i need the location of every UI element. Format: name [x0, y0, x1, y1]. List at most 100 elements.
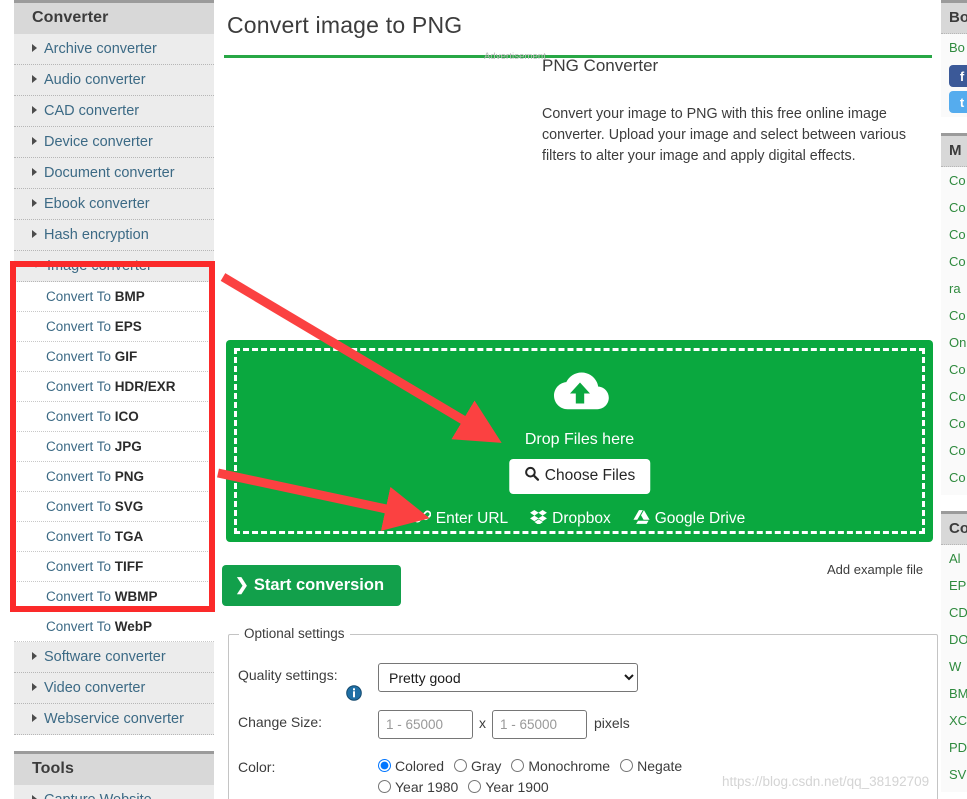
- most-panel-link[interactable]: Co: [941, 194, 967, 221]
- tools-panel: Tools Capture WebsiteCompress Document: [14, 751, 214, 799]
- converter-description-block: PNG Converter Convert your image to PNG …: [542, 56, 932, 167]
- sidebar-item-hash-encryption[interactable]: Hash encryption: [14, 220, 214, 251]
- most-panel-link[interactable]: Co: [941, 410, 967, 437]
- bookmark-panel-title: Bo: [941, 3, 967, 34]
- left-sidebar: Converter Archive converter Audio convert…: [0, 0, 222, 799]
- color-option-colored[interactable]: Colored: [378, 755, 444, 776]
- conv-panel-link[interactable]: W: [941, 653, 967, 680]
- chevron-right-icon: [32, 795, 37, 799]
- color-option-monochrome[interactable]: Monochrome: [511, 755, 610, 776]
- most-panel-link[interactable]: Co: [941, 302, 967, 329]
- sidebar-subitem-convert-to-hdr-exr[interactable]: Convert To HDR/EXR: [14, 372, 214, 402]
- sidebar-item-image-converter[interactable]: Image converter: [14, 251, 214, 282]
- color-radio-5[interactable]: [468, 780, 482, 793]
- sidebar-subitem-convert-to-png[interactable]: Convert To PNG: [14, 462, 214, 492]
- sidebar-item-audio-converter[interactable]: Audio converter: [14, 65, 214, 96]
- color-option-negate[interactable]: Negate: [620, 755, 682, 776]
- most-panel-link[interactable]: Co: [941, 437, 967, 464]
- most-panel-link[interactable]: Co: [941, 167, 967, 194]
- color-option-year-1980[interactable]: Year 1980: [378, 776, 458, 797]
- most-panel-link[interactable]: Co: [941, 221, 967, 248]
- sidebar-item-cad-converter[interactable]: CAD converter: [14, 96, 214, 127]
- sidebar-item-label: Device converter: [44, 134, 153, 150]
- sidebar-item-ebook-converter[interactable]: Ebook converter: [14, 189, 214, 220]
- sidebar-subitem-format: JPG: [114, 439, 142, 454]
- chevron-right-icon: [32, 75, 37, 83]
- enter-url-label: Enter URL: [435, 510, 509, 527]
- social-buttons: ft: [941, 65, 967, 113]
- google-drive-link[interactable]: Google Drive: [633, 509, 745, 529]
- chevron-right-icon: ❯: [235, 576, 249, 594]
- conv-panel-link[interactable]: Al: [941, 545, 967, 572]
- sidebar-subitem-convert-to-svg[interactable]: Convert To SVG: [14, 492, 214, 522]
- search-icon: [524, 466, 539, 486]
- sidebar-subitem-prefix: Convert To: [46, 499, 115, 514]
- twitter-button[interactable]: t: [949, 91, 967, 113]
- conv-panel-link[interactable]: EP: [941, 572, 967, 599]
- sidebar-subitem-convert-to-wbmp[interactable]: Convert To WBMP: [14, 582, 214, 612]
- most-panel: M Co Co Co Co ra Co On Co Co Co Co Co: [941, 133, 967, 495]
- facebook-button[interactable]: f: [949, 65, 967, 87]
- most-panel-link[interactable]: Co: [941, 248, 967, 275]
- color-radio-group: Colored Gray Monochrome Negate Year 1980 Year…: [378, 755, 708, 797]
- social-glyph: t: [959, 94, 965, 110]
- sidebar-item-capture-website[interactable]: Capture Website: [14, 785, 214, 799]
- size-units-label: pixels: [594, 715, 630, 731]
- sidebar-item-label: Hash encryption: [44, 227, 149, 243]
- sidebar-subitem-convert-to-jpg[interactable]: Convert To JPG: [14, 432, 214, 462]
- conv-panel-link[interactable]: XC: [941, 707, 967, 734]
- converter-panel-title: Converter: [14, 3, 214, 34]
- sidebar-item-software-converter[interactable]: Software converter: [14, 642, 214, 673]
- color-radio-4[interactable]: [378, 780, 391, 793]
- most-panel-link[interactable]: Co: [941, 356, 967, 383]
- sidebar-subitem-convert-to-eps[interactable]: Convert To EPS: [14, 312, 214, 342]
- size-width-input[interactable]: [378, 710, 473, 739]
- conv-panel-link[interactable]: SV: [941, 761, 967, 788]
- sidebar-subitem-convert-to-tga[interactable]: Convert To TGA: [14, 522, 214, 552]
- color-option-year-1900[interactable]: Year 1900: [468, 776, 549, 797]
- sidebar-item-label: Ebook converter: [44, 196, 150, 212]
- page-title: Convert image to PNG: [227, 12, 463, 38]
- choose-files-button[interactable]: Choose Files: [508, 459, 651, 494]
- sidebar-subitem-convert-to-tiff[interactable]: Convert To TIFF: [14, 552, 214, 582]
- color-radio-2[interactable]: [511, 759, 525, 772]
- add-example-file-link[interactable]: Add example file: [827, 562, 923, 577]
- dropbox-label: Dropbox: [552, 510, 611, 527]
- sidebar-subitem-convert-to-bmp[interactable]: Convert To BMP: [14, 282, 214, 312]
- color-radio-3[interactable]: [620, 759, 634, 772]
- color-radio-0[interactable]: [378, 759, 391, 772]
- sidebar-item-document-converter[interactable]: Document converter: [14, 158, 214, 189]
- sidebar-item-device-converter[interactable]: Device converter: [14, 127, 214, 158]
- conv-panel-link[interactable]: DO: [941, 626, 967, 653]
- size-height-input[interactable]: [492, 710, 587, 739]
- optional-settings-legend: Optional settings: [239, 626, 350, 641]
- choose-files-label: Choose Files: [544, 467, 636, 484]
- most-panel-link[interactable]: Co: [941, 464, 967, 491]
- conv-panel-link[interactable]: CD: [941, 599, 967, 626]
- converter-page: Converter Archive converter Audio convert…: [0, 0, 967, 799]
- sidebar-item-webservice-converter[interactable]: Webservice converter: [14, 704, 214, 735]
- conv-panel-link[interactable]: BM: [941, 680, 967, 707]
- color-option-gray[interactable]: Gray: [454, 755, 501, 776]
- quality-settings-select[interactable]: Pretty good: [378, 663, 638, 692]
- start-conversion-button[interactable]: ❯ Start conversion: [222, 565, 402, 606]
- color-radio-1[interactable]: [454, 759, 468, 772]
- sidebar-item-label: CAD converter: [44, 103, 140, 119]
- file-dropzone[interactable]: Drop Files here Choose Files Enter URL D…: [226, 340, 933, 542]
- dropbox-link[interactable]: Dropbox: [530, 509, 611, 529]
- sidebar-subitem-convert-to-webp[interactable]: Convert To WebP: [14, 612, 214, 642]
- sidebar-item-archive-converter[interactable]: Archive converter: [14, 34, 214, 65]
- most-panel-link[interactable]: ra: [941, 275, 967, 302]
- most-panel-link[interactable]: On: [941, 329, 967, 356]
- sidebar-subitem-convert-to-gif[interactable]: Convert To GIF: [14, 342, 214, 372]
- sidebar-item-label: Software converter: [44, 649, 166, 665]
- sidebar-subitem-convert-to-ico[interactable]: Convert To ICO: [14, 402, 214, 432]
- conv-panel-link[interactable]: PD: [941, 734, 967, 761]
- info-icon[interactable]: [346, 685, 362, 701]
- sidebar-subitem-prefix: Convert To: [46, 469, 115, 484]
- sidebar-subitem-prefix: Convert To: [46, 319, 115, 334]
- sidebar-item-video-converter[interactable]: Video converter: [14, 673, 214, 704]
- most-panel-title: M: [941, 136, 967, 167]
- most-panel-link[interactable]: Co: [941, 383, 967, 410]
- enter-url-link[interactable]: Enter URL: [413, 509, 509, 529]
